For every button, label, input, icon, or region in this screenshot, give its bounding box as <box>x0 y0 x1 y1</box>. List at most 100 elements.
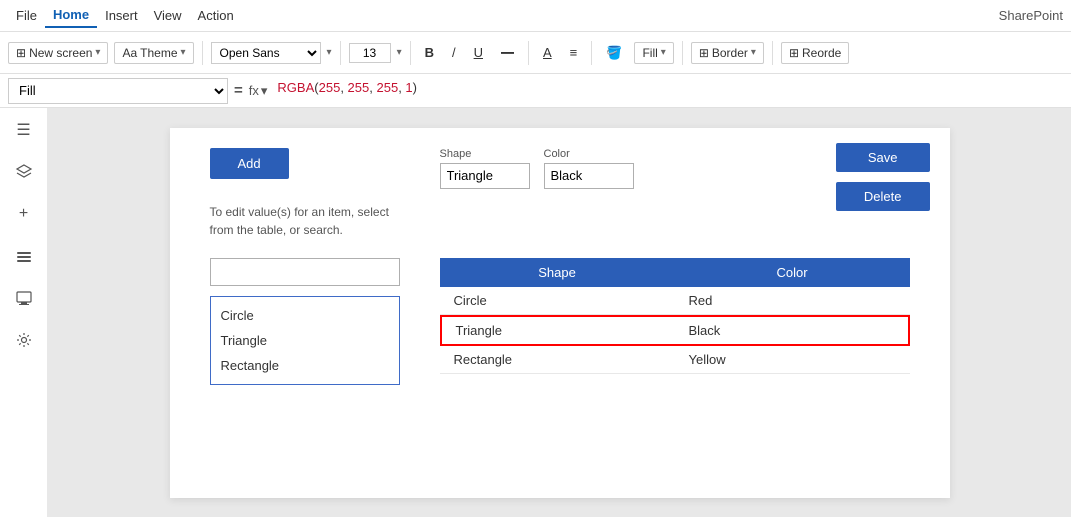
separator-4 <box>528 41 529 65</box>
formula-bar: Fill = fx ▾ RGBA(255, 255, 255, 1) <box>0 74 1071 108</box>
add-button[interactable]: Add <box>210 148 289 179</box>
new-screen-button[interactable]: ⊞ New screen ▾ <box>8 42 108 64</box>
formula-r-value: 255 <box>319 80 341 95</box>
text-color-button[interactable]: A <box>537 42 558 63</box>
menu-action[interactable]: Action <box>190 4 242 27</box>
sidebar-icon-menu[interactable]: ☰ <box>10 116 38 144</box>
sidebar-icon-settings[interactable] <box>10 326 38 354</box>
font-family-select[interactable]: Open Sans <box>211 42 321 64</box>
sidebar-icon-media[interactable] <box>10 284 38 312</box>
text-color-icon: A <box>543 45 552 60</box>
shape-form-group: Shape <box>440 148 530 189</box>
formula-g-value: 255 <box>348 80 370 95</box>
sidebar-icon-data[interactable] <box>10 242 38 270</box>
color-label: Color <box>544 148 634 160</box>
table-row[interactable]: Rectangle Yellow <box>440 346 910 374</box>
property-dropdown[interactable]: Fill <box>8 78 228 104</box>
search-input[interactable] <box>210 258 400 286</box>
left-sidebar: ☰ + <box>0 108 48 517</box>
edit-instruction: To edit value(s) for an item, select fro… <box>210 203 389 239</box>
table-cell-color-1: Black <box>675 317 908 344</box>
canvas-area: Add Shape Color Save Delete <box>48 108 1071 517</box>
formula-b-value: 255 <box>376 80 398 95</box>
dropdown-item-triangle[interactable]: Triangle <box>211 328 399 353</box>
formula-input[interactable]: RGBA(255, 255, 255, 1) <box>273 78 1063 104</box>
formula-a-value: 1 <box>405 80 412 95</box>
border-label: Border <box>712 46 748 60</box>
paint-bucket-icon[interactable]: 🪣 <box>600 42 628 64</box>
table-header: Shape Color <box>440 258 910 287</box>
shape-label: Shape <box>440 148 530 160</box>
save-button[interactable]: Save <box>836 143 930 172</box>
shape-input[interactable] <box>440 163 530 189</box>
sidebar-icon-layers[interactable] <box>10 158 38 186</box>
app-title: SharePoint <box>999 8 1063 23</box>
strikethrough-button[interactable]: — <box>495 42 520 63</box>
separator-1 <box>202 41 203 65</box>
dropdown-item-rectangle[interactable]: Rectangle <box>211 353 399 378</box>
form-area: Shape Color <box>440 148 634 189</box>
color-form-group: Color <box>544 148 634 189</box>
separator-2 <box>340 41 341 65</box>
align-button[interactable]: ≡ <box>564 42 584 63</box>
border-icon: ⊞ <box>699 46 709 60</box>
new-screen-chevron: ▾ <box>95 47 100 58</box>
theme-label: Theme <box>140 46 177 60</box>
table-header-shape: Shape <box>440 258 675 287</box>
table-cell-color-2: Yellow <box>675 346 910 373</box>
canvas-inner: Add Shape Color Save Delete <box>170 128 950 498</box>
separator-6 <box>682 41 683 65</box>
border-button[interactable]: ⊞ Border ▾ <box>691 42 764 64</box>
fill-label: Fill <box>642 46 657 60</box>
fill-chevron: ▾ <box>661 47 666 58</box>
table-cell-shape-2: Rectangle <box>440 346 675 373</box>
form-row: Shape Color <box>440 148 634 189</box>
new-screen-icon: ⊞ <box>16 46 26 60</box>
table-header-color: Color <box>675 258 910 287</box>
bold-button[interactable]: B <box>419 42 440 63</box>
font-size-input[interactable] <box>349 43 391 63</box>
border-chevron: ▾ <box>751 47 756 58</box>
fx-chevron: ▾ <box>261 83 268 99</box>
separator-7 <box>772 41 773 65</box>
reorder-label: Reorde <box>802 46 841 60</box>
menu-view[interactable]: View <box>146 4 190 27</box>
menu-home[interactable]: Home <box>45 3 97 28</box>
reorder-icon: ⊞ <box>789 46 799 60</box>
action-buttons: Save Delete <box>836 143 930 211</box>
font-family-chevron: ▾ <box>327 47 332 58</box>
font-size-chevron: ▾ <box>397 47 402 58</box>
data-table: Shape Color Circle Red Triangle Black Re… <box>440 258 910 374</box>
separator-3 <box>410 41 411 65</box>
theme-chevron: ▾ <box>181 47 186 58</box>
color-input[interactable] <box>544 163 634 189</box>
fx-icon: fx <box>249 83 259 98</box>
new-screen-label: New screen <box>29 46 92 60</box>
table-cell-color-0: Red <box>675 287 910 314</box>
menu-insert[interactable]: Insert <box>97 4 146 27</box>
italic-button[interactable]: / <box>446 42 462 63</box>
edit-instruction-line2: from the table, or search. <box>210 221 389 239</box>
theme-icon: Aa <box>122 46 137 60</box>
formula-rgba-label: RGBA <box>277 80 314 95</box>
underline-button[interactable]: U <box>468 42 489 63</box>
separator-5 <box>591 41 592 65</box>
dropdown-list: Circle Triangle Rectangle <box>210 296 400 385</box>
sidebar-icon-add[interactable]: + <box>10 200 38 228</box>
main-layout: ☰ + Add Shape <box>0 108 1071 517</box>
menu-bar: File Home Insert View Action SharePoint <box>0 0 1071 32</box>
table-row-selected[interactable]: Triangle Black <box>440 315 910 346</box>
delete-button[interactable]: Delete <box>836 182 930 211</box>
dropdown-item-circle[interactable]: Circle <box>211 303 399 328</box>
reorder-button[interactable]: ⊞ Reorde <box>781 42 849 64</box>
fill-button[interactable]: Fill ▾ <box>634 42 673 64</box>
theme-button[interactable]: Aa Theme ▾ <box>114 42 193 64</box>
table-row[interactable]: Circle Red <box>440 287 910 315</box>
menu-file[interactable]: File <box>8 4 45 27</box>
toolbar: ⊞ New screen ▾ Aa Theme ▾ Open Sans ▾ ▾ … <box>0 32 1071 74</box>
fx-label: fx ▾ <box>249 83 268 99</box>
edit-instruction-line1: To edit value(s) for an item, select <box>210 203 389 221</box>
equals-symbol: = <box>234 82 243 99</box>
table-cell-shape-1: Triangle <box>442 317 675 344</box>
table-cell-shape-0: Circle <box>440 287 675 314</box>
